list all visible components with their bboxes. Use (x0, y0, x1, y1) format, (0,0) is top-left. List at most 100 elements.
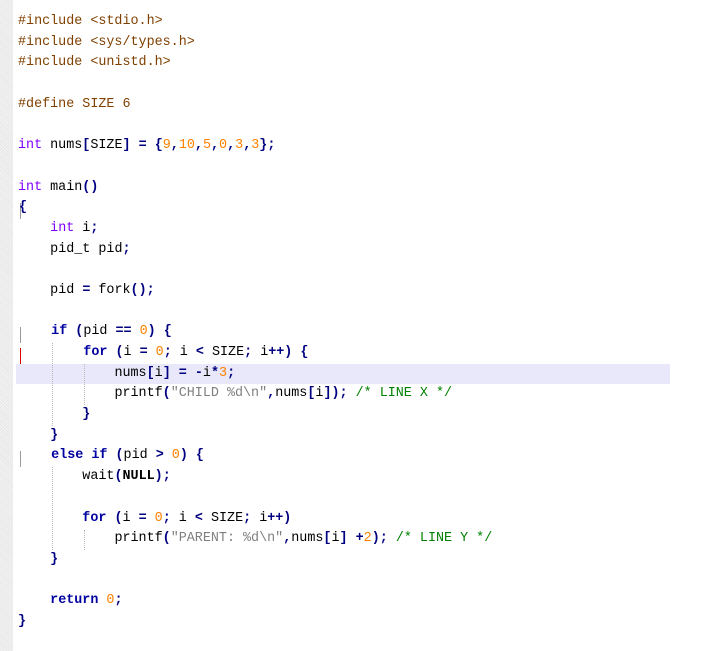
identifier: SIZE (203, 345, 245, 360)
operator: ) (147, 324, 156, 340)
operator: ]); (323, 386, 348, 402)
control-keyword: else (51, 448, 84, 464)
operator: ] (339, 531, 348, 547)
code-line[interactable]: #define SIZE 6 (0, 95, 704, 116)
code-line[interactable]: int nums[SIZE] = {9,10,5,0,3,3}; (0, 136, 704, 157)
operator: }; (259, 138, 276, 154)
control-keyword: if (51, 324, 68, 340)
identifier: i (74, 220, 91, 236)
operator: ( (162, 531, 171, 547)
code-line[interactable]: } (0, 612, 704, 633)
code-line[interactable]: } (0, 550, 704, 571)
operator: } (50, 551, 59, 567)
number-literal: 9 (162, 138, 171, 154)
identifier: i (170, 510, 195, 526)
operator: ; (243, 510, 252, 526)
identifier: nums (275, 386, 308, 402)
number-literal: 0 (171, 448, 180, 464)
identifier (156, 324, 164, 339)
code-line[interactable]: pid = fork(); (0, 281, 704, 302)
code-line[interactable]: #include <unistd.h> (0, 53, 704, 74)
operator: ( (115, 448, 124, 464)
operator: ( (115, 345, 124, 360)
code-line[interactable]: #include <stdio.h> (0, 12, 704, 33)
operator: { (163, 324, 172, 340)
indent-guide (84, 529, 86, 551)
operator: } (82, 407, 91, 423)
operator: ); (154, 469, 171, 485)
identifier: i (252, 345, 269, 360)
code-line-current[interactable]: nums[i] = -i*3; (0, 363, 704, 385)
operator: - (194, 365, 203, 381)
code-line[interactable]: { (0, 198, 704, 220)
indent-guide (84, 363, 86, 406)
number-literal: 3 (219, 365, 228, 381)
identifier: pid (123, 448, 156, 464)
operator: ++) (267, 510, 292, 526)
code-line[interactable]: for (i = 0; i < SIZE; i++) { (0, 343, 704, 364)
operator: ; (90, 220, 99, 236)
number-literal: 3 (235, 138, 244, 154)
code-line[interactable] (0, 115, 704, 136)
operator: () (82, 179, 99, 195)
operator: = (138, 138, 147, 154)
code-line[interactable] (0, 488, 704, 509)
operator: ; (162, 510, 171, 526)
operator: ( (162, 386, 171, 402)
code-line[interactable]: int main() (0, 178, 704, 199)
code-line[interactable] (0, 302, 704, 323)
code-line[interactable]: #include <sys/types.h> (0, 33, 704, 54)
identifier (187, 366, 195, 381)
preprocessor: #include <stdio.h> (18, 14, 163, 29)
code-line[interactable]: wait(NULL); (0, 467, 704, 488)
operator: } (50, 427, 59, 443)
code-line[interactable]: printf("CHILD %d\n",nums[i]); /* LINE X … (0, 384, 704, 405)
operator: == (115, 324, 132, 340)
code-editor[interactable]: #include <stdio.h> #include <sys/types.h>… (0, 12, 704, 633)
operator: { (154, 138, 163, 154)
operator: * (210, 365, 220, 381)
operator: { (300, 345, 309, 360)
control-keyword: for (83, 345, 108, 360)
operator: > (155, 448, 164, 464)
operator: = (178, 365, 187, 381)
number-literal: 0 (219, 138, 228, 154)
identifier: printf (114, 531, 163, 547)
code-line[interactable]: } (0, 426, 704, 447)
identifier (147, 511, 155, 526)
code-line[interactable]: pid_t pid; (0, 240, 704, 261)
code-line[interactable]: for (i = 0; i < SIZE; i++) (0, 509, 704, 530)
operator: = (138, 510, 147, 526)
code-line[interactable] (0, 74, 704, 95)
code-line[interactable]: if (pid == 0) { (0, 322, 704, 344)
operator: ( (114, 510, 123, 526)
number-literal: 0 (139, 324, 148, 340)
operator: } (18, 613, 27, 629)
code-line[interactable] (0, 157, 704, 178)
code-line[interactable]: return 0; (0, 591, 704, 612)
operator: ++) (268, 345, 293, 360)
indent-guide (52, 467, 54, 551)
type-keyword: int (18, 138, 43, 154)
code-line[interactable]: int i; (0, 219, 704, 240)
identifier: pid_t pid (50, 241, 123, 257)
control-keyword: return (50, 593, 99, 609)
identifier (147, 138, 155, 153)
operator: ; (244, 345, 253, 360)
code-line[interactable]: printf("PARENT: %d\n",nums[i] +2); /* LI… (0, 529, 704, 550)
preprocessor: #define SIZE 6 (18, 96, 131, 112)
indent-guide (52, 343, 54, 426)
identifier: nums (291, 531, 324, 547)
code-line[interactable]: } (0, 405, 704, 426)
type-keyword: int (18, 179, 43, 195)
identifier: i (251, 510, 268, 526)
code-line[interactable] (0, 260, 704, 281)
code-line[interactable] (0, 571, 704, 592)
code-line[interactable]: else if (pid > 0) { (0, 446, 704, 468)
